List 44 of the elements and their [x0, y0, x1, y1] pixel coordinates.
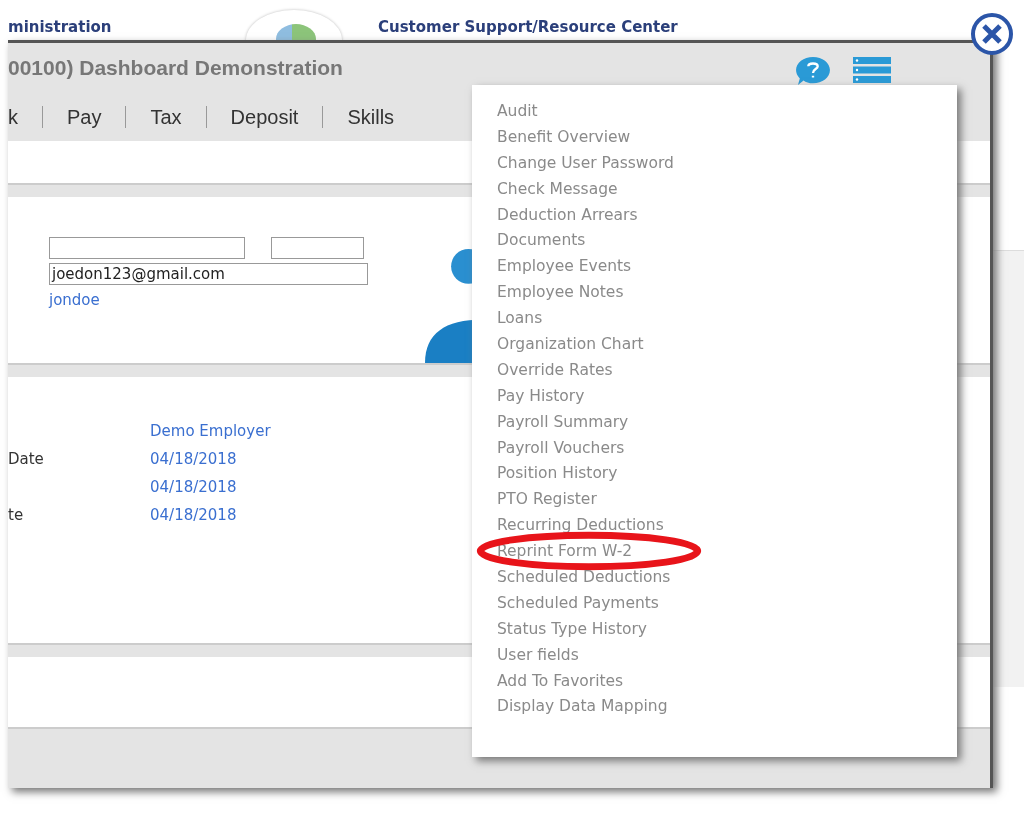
menu-item[interactable]: Deduction Arrears [497, 205, 638, 224]
username-link[interactable]: jondoe [49, 289, 100, 309]
field-value: 04/18/2018 [150, 506, 237, 524]
field-value: 04/18/2018 [150, 478, 237, 496]
menu-item[interactable]: Status Type History [497, 619, 647, 638]
menu-item[interactable]: Payroll Vouchers [497, 438, 625, 457]
menu-item[interactable]: Add To Favorites [497, 671, 624, 690]
header-title: ministration [8, 18, 112, 36]
menu-item[interactable]: Documents [497, 231, 586, 250]
menu-item[interactable]: Employee Events [497, 257, 632, 276]
menu-item[interactable]: PTO Register [497, 490, 597, 509]
nav-tab[interactable]: k [8, 105, 42, 129]
menu-item[interactable]: Change User Password [497, 153, 674, 172]
field-value: Demo Employer [150, 422, 271, 440]
field-value: 04/18/2018 [150, 450, 237, 468]
menu-item[interactable]: Display Data Mapping [497, 697, 668, 716]
nav-tab[interactable]: Skills [323, 105, 419, 129]
menu-item[interactable]: Position History [497, 464, 618, 483]
email-field[interactable]: joedon123@gmail.com [49, 263, 368, 285]
help-icon[interactable] [794, 55, 832, 87]
menu-item[interactable]: Override Rates [497, 360, 613, 379]
field-label: Date [8, 450, 44, 468]
menu-item[interactable]: User fields [497, 645, 579, 664]
menu-item[interactable]: Check Message [497, 179, 618, 198]
menu-item[interactable]: Scheduled Payments [497, 593, 659, 612]
field-label: te [8, 506, 24, 524]
nav-tab[interactable]: Tax [126, 105, 206, 129]
close-icon[interactable] [970, 12, 1014, 56]
menu-item[interactable]: Recurring Deductions [497, 516, 664, 535]
menu-item[interactable]: Loans [497, 309, 543, 328]
menu-item[interactable]: Scheduled Deductions [497, 567, 671, 586]
header-link[interactable]: Customer Support/Resource Center [378, 18, 678, 36]
dialog-title: 00100) Dashboard Demonstration [8, 56, 343, 80]
menu-item[interactable]: Employee Notes [497, 283, 624, 302]
menu-item[interactable]: Payroll Summary [497, 412, 629, 431]
menu-icon[interactable] [853, 57, 891, 83]
nav-tab[interactable]: Pay [43, 105, 126, 129]
input-field[interactable] [49, 237, 245, 259]
menu-item[interactable]: Audit [497, 101, 538, 120]
input-field[interactable] [271, 237, 364, 259]
menu-item[interactable]: Benefit Overview [497, 127, 631, 146]
nav-tab[interactable]: Deposit [206, 105, 323, 129]
menu-item[interactable]: Pay History [497, 386, 585, 405]
menu-item[interactable]: Organization Chart [497, 334, 644, 353]
